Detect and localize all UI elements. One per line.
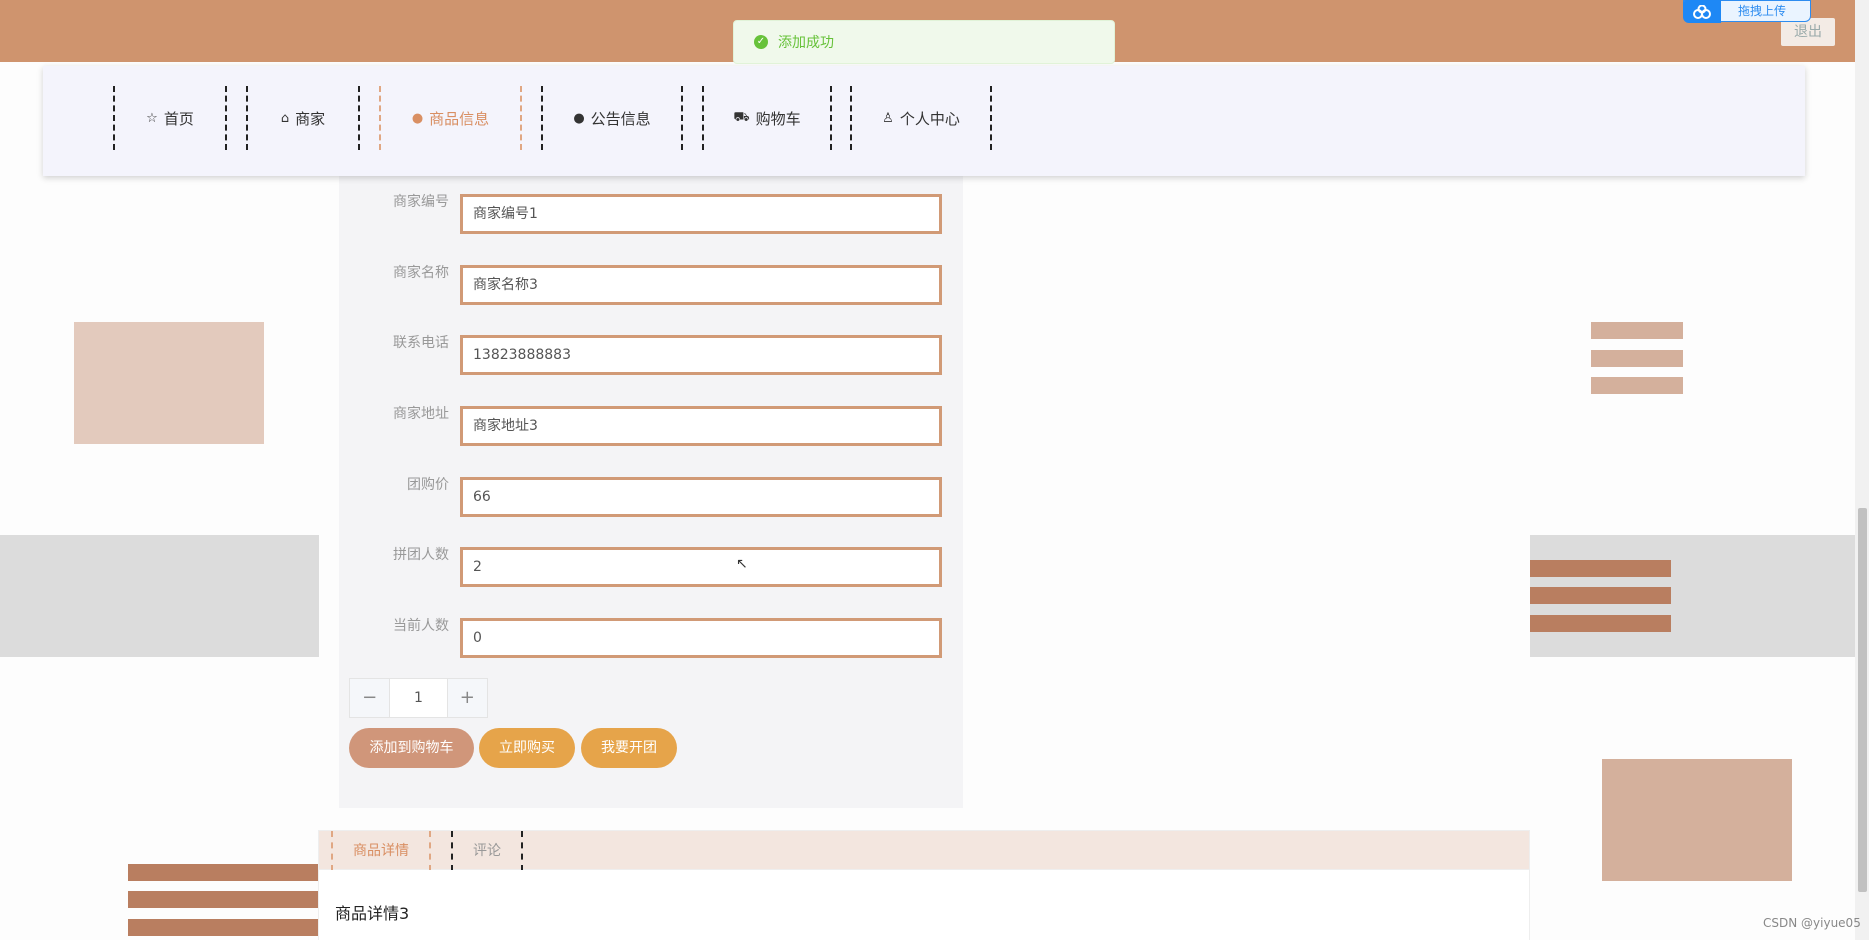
- bag-icon: ⌂: [280, 110, 290, 126]
- star-icon: ☆: [146, 110, 158, 126]
- decor-stripe: [1530, 560, 1671, 577]
- decor-stripe: [128, 864, 319, 881]
- decor-block-right: [1602, 759, 1792, 881]
- form-row-group-size: 拼团人数 2: [339, 541, 963, 587]
- address-field[interactable]: 商家地址3: [460, 406, 942, 446]
- decor-band-left: [0, 535, 319, 657]
- form-row-group-price: 团购价 66: [339, 471, 963, 517]
- add-to-cart-button[interactable]: 添加到购物车: [349, 728, 474, 768]
- decrease-button[interactable]: −: [350, 679, 389, 717]
- field-label: 商家地址: [393, 406, 449, 422]
- decor-stripe: [128, 919, 319, 936]
- drag-upload-widget[interactable]: 拖拽上传: [1683, 0, 1811, 23]
- page-scrollbar[interactable]: [1855, 0, 1869, 940]
- field-label: 商家名称: [393, 265, 449, 281]
- nav-item-home[interactable]: ☆ 首页: [113, 86, 227, 150]
- question-icon: ●: [573, 110, 585, 126]
- decor-stripe: [1530, 587, 1671, 604]
- buy-now-button[interactable]: 立即购买: [479, 728, 575, 768]
- form-row-address: 商家地址 商家地址3: [339, 400, 963, 446]
- decor-stripe: [1591, 377, 1683, 394]
- decor-stripe: [1591, 322, 1683, 339]
- decor-stripe: [128, 891, 319, 908]
- nav-item-product-info[interactable]: ● 商品信息: [379, 86, 522, 150]
- toast-message: 添加成功: [778, 35, 834, 51]
- nav-item-announcement[interactable]: ● 公告信息: [541, 86, 683, 150]
- quantity-stepper: − 1 +: [349, 678, 488, 718]
- form-row-current-count: 当前人数 0: [339, 612, 963, 658]
- decor-block-left: [74, 322, 264, 444]
- watermark: CSDN @yiyue05: [1763, 916, 1861, 930]
- mouse-cursor-icon: ↖: [736, 556, 748, 572]
- scrollbar-thumb[interactable]: [1858, 508, 1867, 892]
- decor-stripe: [1530, 615, 1671, 632]
- upload-label: 拖拽上传: [1738, 4, 1787, 18]
- user-icon: ♙: [882, 110, 894, 126]
- field-label: 商家编号: [393, 194, 449, 210]
- group-size-field[interactable]: 2: [460, 547, 942, 587]
- nav-item-merchant[interactable]: ⌂ 商家: [246, 86, 360, 150]
- field-label: 联系电话: [393, 335, 449, 351]
- nav-item-cart[interactable]: ⛟ 购物车: [702, 86, 832, 150]
- form-row-merchant-id: 商家编号 商家编号1: [339, 188, 963, 234]
- current-count-field[interactable]: 0: [460, 618, 942, 658]
- tab-product-detail[interactable]: 商品详情: [331, 831, 431, 871]
- increase-button[interactable]: +: [448, 679, 487, 717]
- baidu-cloud-icon: [1683, 0, 1721, 23]
- decor-stripe: [1591, 350, 1683, 367]
- merchant-name-field[interactable]: 商家名称3: [460, 265, 942, 305]
- cart-icon: ⛟: [733, 109, 750, 125]
- form-row-merchant-name: 商家名称 商家名称3: [339, 259, 963, 305]
- detail-content: 商品详情3: [318, 870, 1530, 940]
- nav-item-profile[interactable]: ♙ 个人中心: [850, 86, 992, 150]
- form-row-phone: 联系电话 13823888883: [339, 329, 963, 375]
- info-icon: ●: [411, 110, 424, 126]
- field-label: 拼团人数: [393, 547, 449, 563]
- start-group-button[interactable]: 我要开团: [581, 728, 677, 768]
- phone-field[interactable]: 13823888883: [460, 335, 942, 375]
- detail-tabs: 商品详情 评论: [318, 830, 1530, 871]
- main-nav: ☆ 首页 ⌂ 商家 ● 商品信息 ● 公告信息 ⛟ 购物车 ♙ 个人中心: [43, 66, 1805, 176]
- logout-button[interactable]: 退出: [1781, 18, 1835, 46]
- tab-comments[interactable]: 评论: [451, 831, 523, 871]
- success-toast: ✓ 添加成功: [733, 20, 1115, 64]
- detail-text: 商品详情3: [335, 904, 410, 923]
- field-label: 团购价: [407, 477, 449, 493]
- merchant-id-field[interactable]: 商家编号1: [460, 194, 942, 234]
- quantity-input[interactable]: 1: [389, 679, 448, 717]
- group-price-field[interactable]: 66: [460, 477, 942, 517]
- field-label: 当前人数: [393, 618, 449, 634]
- check-circle-icon: ✓: [754, 35, 768, 49]
